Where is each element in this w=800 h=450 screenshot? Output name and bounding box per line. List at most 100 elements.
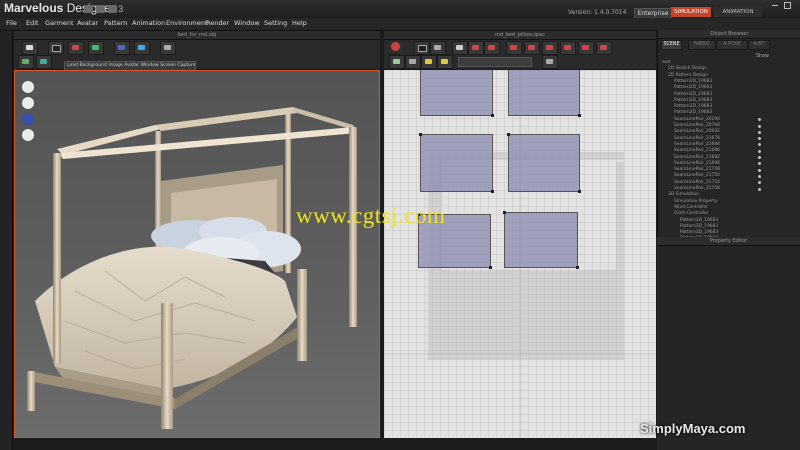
tab-scene[interactable]: SCENE (661, 40, 682, 50)
tree-item[interactable]: Pattern2D_19683 (674, 92, 712, 98)
visibility-toggle-icon[interactable] (758, 149, 761, 153)
pin-button[interactable] (114, 41, 130, 55)
texture-button[interactable] (596, 41, 612, 55)
tree-item[interactable]: SeamLinePair_21750 (674, 173, 720, 179)
measure-button[interactable] (134, 41, 150, 55)
visibility-toggle-icon[interactable] (758, 118, 761, 122)
circle-tool-button[interactable] (484, 41, 500, 55)
menu-setting[interactable]: Setting (264, 19, 287, 27)
tree-item[interactable]: Pattern2D_19683 (674, 79, 712, 85)
tree-item[interactable]: SeamLinePair_21682 (674, 155, 720, 161)
tree-item[interactable]: Pattern3D_19683 (680, 224, 718, 230)
new-file-icon[interactable] (84, 5, 93, 13)
avatar-display-button[interactable] (160, 41, 176, 55)
simulation-mode-button[interactable]: SIMULATION (671, 7, 711, 17)
simulate-button[interactable] (389, 41, 403, 53)
tree-item[interactable]: Cloth Controller (674, 211, 708, 217)
view2d-toolbar (384, 40, 656, 69)
tab-a-pose[interactable]: A-POSE (716, 40, 748, 50)
tree-item[interactable]: Pattern2D_19683 (674, 85, 712, 91)
visibility-toggle-icon[interactable] (758, 130, 761, 134)
visibility-toggle-icon[interactable] (758, 124, 761, 128)
edit-point-button[interactable] (430, 41, 446, 55)
view-mode-button[interactable] (18, 55, 34, 69)
pattern-outline-button[interactable] (437, 55, 453, 69)
menu-pattern[interactable]: Pattern (104, 19, 127, 27)
left-tool-strip (0, 31, 13, 450)
visibility-toggle-icon[interactable] (758, 156, 761, 159)
tree-item[interactable]: Pattern2D_19683 (674, 110, 712, 116)
edit-sewing-button[interactable] (578, 41, 594, 55)
canopy-rail-right (293, 107, 357, 131)
pattern-piece-4[interactable] (507, 133, 581, 193)
pattern-piece-6[interactable] (503, 211, 579, 269)
property-editor-header: Property Editor (657, 237, 800, 246)
fit-view-button[interactable] (389, 55, 405, 69)
tree-item[interactable]: 2D Sketch Design (668, 66, 707, 72)
view3d-viewport[interactable] (14, 70, 380, 438)
segment-sewing-button[interactable] (542, 41, 558, 55)
dart-tool-button[interactable] (506, 41, 522, 55)
scene-tree[interactable]: Sed 2D Sketch Design 2D Pattern Design Patt… (658, 60, 800, 262)
select-pattern-button[interactable] (414, 41, 430, 55)
tack-button[interactable] (88, 41, 104, 55)
pattern-piece-3[interactable] (419, 133, 494, 193)
tree-item[interactable]: Pattern3D_19683 (680, 218, 718, 224)
menu-avatar[interactable]: Avatar (77, 19, 98, 27)
object-browser-header: Object Browser (658, 30, 800, 39)
rectangle-tool-button[interactable] (452, 41, 468, 55)
pattern-piece-1[interactable] (420, 70, 494, 117)
menu-animation[interactable]: Animation (132, 19, 165, 27)
canopy-rail-back (155, 107, 297, 131)
visibility-toggle-icon[interactable] (758, 162, 761, 166)
select-move-button[interactable] (22, 41, 38, 55)
tree-item[interactable]: SeamLinePair_20092 (674, 129, 720, 135)
menu-file[interactable]: File (6, 19, 17, 27)
tree-item[interactable]: SeamLinePair_20194 (674, 117, 720, 123)
version-label: Version: 1.4.0.7014 (568, 9, 627, 16)
visibility-toggle-icon[interactable] (758, 168, 761, 172)
menu-environment[interactable]: Environment (166, 19, 208, 27)
tab-fabric[interactable]: FABRIC (688, 40, 716, 50)
visibility-toggle-icon[interactable] (758, 187, 761, 191)
minimize-icon[interactable] (772, 5, 778, 6)
fold-arrange-button[interactable] (68, 41, 84, 55)
tree-item[interactable]: SeamLinePair_21686 (674, 148, 720, 154)
tree-item[interactable]: 2D Pattern Design (668, 73, 708, 79)
render-mode-button[interactable] (36, 55, 52, 69)
visibility-toggle-icon[interactable] (758, 137, 761, 141)
tree-item[interactable]: Simulation Property (674, 199, 717, 205)
open-folder-icon[interactable] (96, 5, 105, 13)
animation-mode-button[interactable]: ANIMATION (714, 7, 762, 17)
grid-toggle-button[interactable] (405, 55, 421, 69)
tree-item[interactable]: SeamLinePair_21684 (674, 142, 720, 148)
maximize-icon[interactable] (784, 2, 791, 9)
tree-item[interactable]: SeamLinePair_21754 (674, 180, 720, 186)
seam-tool-button[interactable] (524, 41, 540, 55)
view2d-viewport[interactable] (384, 70, 656, 438)
pattern-piece-2[interactable] (508, 70, 581, 117)
tree-item[interactable]: SeamLinePair_21678 (674, 136, 720, 142)
visibility-toggle-icon[interactable] (758, 174, 761, 178)
menu-render[interactable]: Render (206, 19, 229, 27)
visibility-toggle-icon[interactable] (758, 181, 761, 185)
transform-pattern-button[interactable] (48, 41, 64, 55)
save-icon[interactable] (108, 5, 117, 13)
tree-item[interactable]: SeamLinePair_21696 (674, 161, 720, 167)
tab-a-bt[interactable]: A-BT (748, 40, 770, 50)
view3d-header: bed_for_md.obj (14, 31, 380, 40)
tree-item[interactable]: Wind Controller (674, 205, 708, 211)
baseline-button[interactable] (421, 55, 437, 69)
zoom-slider[interactable] (458, 57, 532, 67)
property-editor-panel (657, 246, 800, 450)
visibility-toggle-icon[interactable] (758, 143, 761, 147)
tree-item[interactable]: 3D Simulation (668, 192, 699, 198)
view-settings-button[interactable] (542, 55, 558, 69)
menu-help[interactable]: Help (292, 19, 307, 27)
menu-edit[interactable]: Edit (26, 19, 39, 27)
menu-garment[interactable]: Garment (45, 19, 74, 27)
menu-window[interactable]: Window (234, 19, 260, 27)
polygon-tool-button[interactable] (468, 41, 484, 55)
tree-item[interactable]: Pattern2D_19683 (674, 98, 712, 104)
free-sewing-button[interactable] (560, 41, 576, 55)
